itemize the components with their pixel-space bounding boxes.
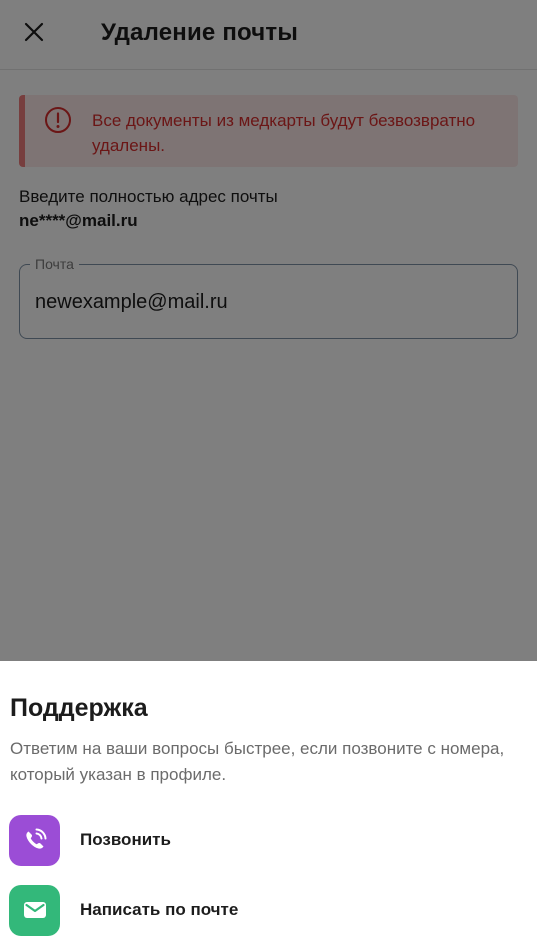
email-support-button[interactable]: Написать по почте xyxy=(9,884,519,936)
phone-call-icon xyxy=(9,814,60,866)
mail-icon xyxy=(9,884,60,936)
call-label: Позвонить xyxy=(80,830,171,849)
support-description: Ответим на ваши вопросы быстрее, если по… xyxy=(10,739,505,784)
screen: Удаление почты Все документы из медкарты… xyxy=(0,0,537,948)
email-support-label: Написать по почте xyxy=(80,900,239,919)
call-button[interactable]: Позвонить xyxy=(9,814,519,866)
support-title: Поддержка xyxy=(10,694,148,722)
support-bottom-sheet: Поддержка Ответим на ваши вопросы быстре… xyxy=(0,661,537,948)
